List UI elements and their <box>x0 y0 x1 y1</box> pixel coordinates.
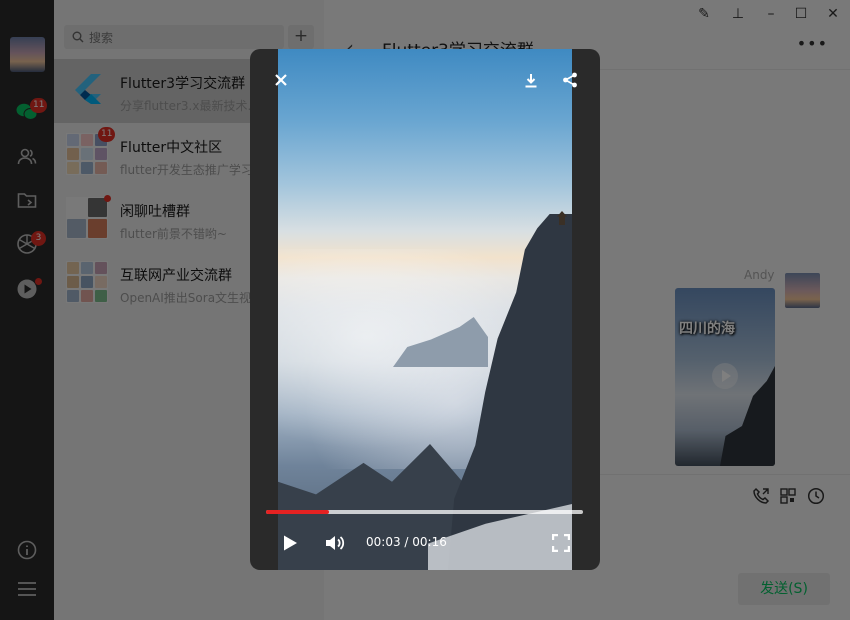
download-button[interactable] <box>520 69 542 91</box>
close-player-button[interactable] <box>270 69 292 91</box>
share-button[interactable] <box>559 69 581 91</box>
progress-fill <box>266 510 330 514</box>
share-icon <box>563 72 577 88</box>
duration: 00:16 <box>412 535 447 549</box>
volume-button[interactable] <box>322 531 348 555</box>
time-separator: / <box>400 535 413 549</box>
fullscreen-icon <box>552 534 570 552</box>
progress-bar[interactable] <box>266 510 583 514</box>
play-button[interactable] <box>278 531 302 555</box>
volume-icon <box>326 536 345 550</box>
fullscreen-button[interactable] <box>549 531 573 555</box>
video-player-modal: 00:03 / 00:16 <box>250 49 600 570</box>
download-icon <box>525 73 537 87</box>
playback-time: 00:03 / 00:16 <box>366 535 447 549</box>
close-icon <box>275 74 287 86</box>
current-time: 00:03 <box>366 535 401 549</box>
play-icon <box>284 535 297 551</box>
video-frame[interactable] <box>278 49 572 570</box>
